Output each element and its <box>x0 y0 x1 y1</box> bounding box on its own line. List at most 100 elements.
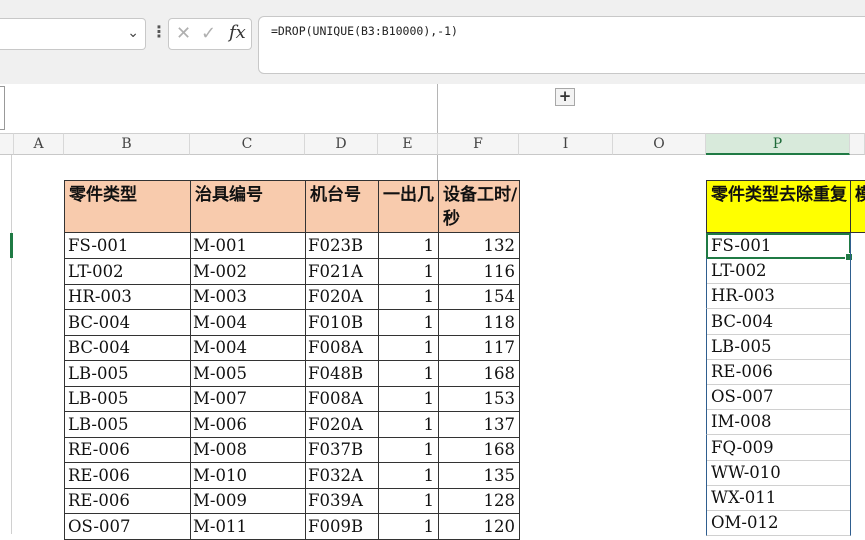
cell-fixture-no[interactable]: M-004 <box>190 309 306 336</box>
cell-machine-no[interactable]: F020A <box>305 284 379 310</box>
cell-fixture-no[interactable]: M-009 <box>190 488 306 514</box>
cell-cavities[interactable]: 1 <box>378 513 439 540</box>
more-options-icon[interactable]: ⋮ <box>151 22 167 41</box>
cell-machine-no[interactable]: F021A <box>305 258 379 285</box>
header-part-type[interactable]: 零件类型 <box>64 180 191 233</box>
header-machine-no[interactable]: 机台号 <box>305 180 379 233</box>
cell-cavities[interactable]: 1 <box>378 462 439 489</box>
cell-machine-no[interactable]: F032A <box>305 462 379 489</box>
column-header-c[interactable]: C <box>190 133 305 155</box>
cell-part-type[interactable]: FS-001 <box>64 233 191 259</box>
cell-fixture-no[interactable]: M-005 <box>190 360 306 387</box>
column-header-b[interactable]: B <box>64 133 190 155</box>
cell-machine-no[interactable]: F008A <box>305 386 379 412</box>
cell-cycle-time[interactable]: 168 <box>438 437 520 463</box>
cell-unique-part-type[interactable]: RE-006 <box>706 359 851 385</box>
cell-machine-no[interactable]: F039A <box>305 488 379 514</box>
formula-bar-input[interactable]: =DROP(UNIQUE(B3:B10000),-1) <box>258 16 865 74</box>
cell-part-type[interactable]: LB-005 <box>64 386 191 412</box>
header-next-column[interactable]: 模 <box>850 180 865 233</box>
cell-unique-part-type[interactable]: OM-012 <box>706 510 851 537</box>
cell-unique-part-type[interactable]: OS-007 <box>706 384 851 411</box>
cell-cavities[interactable]: 1 <box>378 437 439 463</box>
cell-fixture-no[interactable]: M-008 <box>190 437 306 463</box>
cell-unique-part-type[interactable]: WX-011 <box>706 485 851 511</box>
cell-cycle-time[interactable]: 116 <box>438 258 520 285</box>
cell-fixture-no[interactable]: M-011 <box>190 513 306 540</box>
cell-machine-no[interactable]: F010B <box>305 309 379 336</box>
header-cycle-time[interactable]: 设备工时/秒 <box>438 180 520 233</box>
cell-cycle-time[interactable]: 117 <box>438 335 520 361</box>
cell-part-type[interactable]: RE-006 <box>64 462 191 489</box>
cell-machine-no[interactable]: F009B <box>305 513 379 540</box>
header-cavities[interactable]: 一出几 <box>378 180 439 233</box>
cell-cycle-time[interactable]: 135 <box>438 462 520 489</box>
cell-cavities[interactable]: 1 <box>378 386 439 412</box>
cell-part-type[interactable]: RE-006 <box>64 488 191 514</box>
cell-part-type[interactable]: BC-004 <box>64 335 191 361</box>
cell-part-type[interactable]: LB-005 <box>64 411 191 438</box>
name-box[interactable]: ⌄ <box>0 18 146 50</box>
cell-part-type[interactable]: LT-002 <box>64 258 191 285</box>
cell-machine-no[interactable]: F008A <box>305 335 379 361</box>
cell-cycle-time[interactable]: 118 <box>438 309 520 336</box>
cell-fixture-no[interactable]: M-002 <box>190 258 306 285</box>
cell-cycle-time[interactable]: 153 <box>438 386 520 412</box>
cell-unique-part-type[interactable]: HR-003 <box>706 283 851 310</box>
expand-group-icon[interactable]: + <box>555 88 575 106</box>
cell-fixture-no[interactable]: M-004 <box>190 335 306 361</box>
corner-select-all[interactable] <box>0 133 14 155</box>
column-header-o[interactable]: O <box>613 133 706 155</box>
chevron-down-icon[interactable]: ⌄ <box>127 25 139 41</box>
cell-cavities[interactable]: 1 <box>378 360 439 387</box>
column-header-i[interactable]: I <box>519 133 613 155</box>
cell-cycle-time[interactable]: 132 <box>438 233 520 259</box>
cell-machine-no[interactable]: F037B <box>305 437 379 463</box>
cell-fixture-no[interactable]: M-010 <box>190 462 306 489</box>
cell-unique-part-type[interactable]: LT-002 <box>706 258 851 285</box>
header-unique-part-type[interactable]: 零件类型去除重复 <box>706 180 851 233</box>
cell-part-type[interactable]: HR-003 <box>64 284 191 310</box>
cell-unique-part-type[interactable]: FQ-009 <box>706 434 851 461</box>
insert-function-icon[interactable]: fx <box>229 22 246 43</box>
cell-fixture-no[interactable]: M-006 <box>190 411 306 438</box>
cell-machine-no[interactable]: F020A <box>305 411 379 438</box>
cell-fixture-no[interactable]: M-003 <box>190 284 306 310</box>
cell-cycle-time[interactable]: 154 <box>438 284 520 310</box>
cell-unique-part-type[interactable]: FS-001 <box>706 233 851 259</box>
cell-machine-no[interactable]: F023B <box>305 233 379 259</box>
enter-icon[interactable]: ✓ <box>201 23 216 44</box>
column-header-f[interactable]: F <box>438 133 519 155</box>
cell-cycle-time[interactable]: 128 <box>438 488 520 514</box>
cell-cycle-time[interactable]: 137 <box>438 411 520 438</box>
column-header-p[interactable]: P <box>706 133 850 155</box>
cell-unique-part-type[interactable]: BC-004 <box>706 308 851 335</box>
cell-unique-part-type[interactable]: LB-005 <box>706 333 851 360</box>
cell-part-type[interactable]: RE-006 <box>64 437 191 463</box>
cell-cavities[interactable]: 1 <box>378 284 439 310</box>
column-header-e[interactable]: E <box>378 133 438 155</box>
cell-machine-no[interactable]: F048B <box>305 360 379 387</box>
cell-part-type[interactable]: OS-007 <box>64 513 191 540</box>
group-level-box[interactable] <box>0 86 5 130</box>
cell-fixture-no[interactable]: M-007 <box>190 386 306 412</box>
cell-unique-part-type[interactable]: WW-010 <box>706 459 851 486</box>
cell-cavities[interactable]: 1 <box>378 309 439 336</box>
cell-cavities[interactable]: 1 <box>378 335 439 361</box>
cell-part-type[interactable]: LB-005 <box>64 360 191 387</box>
cell-cavities[interactable]: 1 <box>378 488 439 514</box>
cell-part-type[interactable]: BC-004 <box>64 309 191 336</box>
column-header-d[interactable]: D <box>305 133 378 155</box>
cell-cavities[interactable]: 1 <box>378 258 439 285</box>
column-header-a[interactable]: A <box>14 133 64 155</box>
column-header-next[interactable] <box>850 133 865 155</box>
cell-cycle-time[interactable]: 120 <box>438 513 520 540</box>
cell-fixture-no[interactable]: M-001 <box>190 233 306 259</box>
cell-cycle-time[interactable]: 168 <box>438 360 520 387</box>
cell-cavities[interactable]: 1 <box>378 411 439 438</box>
next-column-cells[interactable] <box>850 233 865 534</box>
cell-unique-part-type[interactable]: IM-008 <box>706 409 851 436</box>
cell-cavities[interactable]: 1 <box>378 233 439 259</box>
header-fixture-no[interactable]: 治具编号 <box>190 180 306 233</box>
cancel-icon[interactable]: ✕ <box>176 23 191 44</box>
